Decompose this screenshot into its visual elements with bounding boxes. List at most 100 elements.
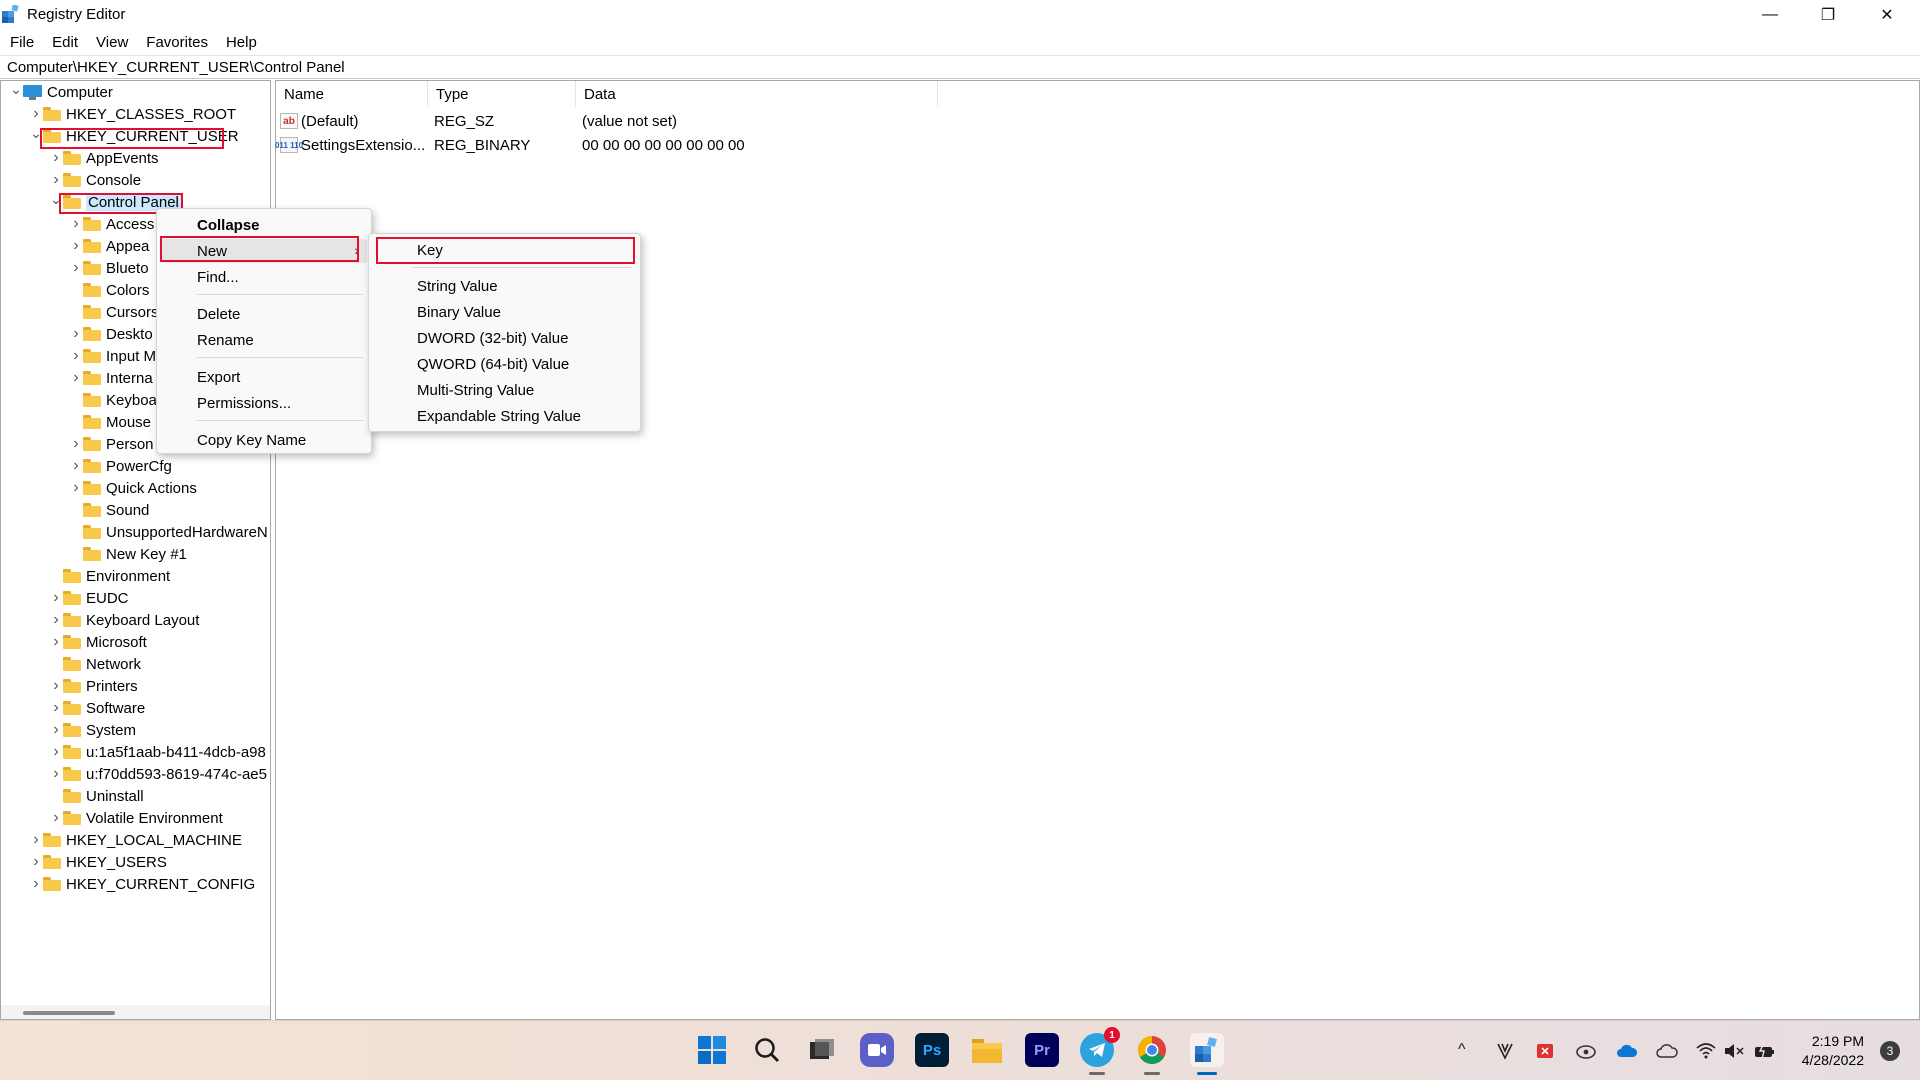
close-button[interactable]: ✕ (1858, 0, 1916, 30)
tree-item[interactable]: › Appea (69, 235, 149, 257)
tree-item[interactable]: › Interna (69, 367, 152, 389)
chevron-right-icon[interactable]: › (69, 433, 83, 455)
chevron-right-icon[interactable]: › (49, 763, 63, 785)
chevron-right-icon[interactable]: › (49, 631, 63, 653)
maximize-button[interactable]: ❐ (1799, 0, 1857, 30)
volume-muted-icon[interactable] (1724, 1043, 1744, 1059)
red-app-tray-icon[interactable] (1536, 1042, 1554, 1060)
chevron-right-icon[interactable]: › (69, 455, 83, 477)
tree-item[interactable]: › HKEY_USERS (29, 851, 167, 873)
tree-item[interactable]: ⌄ Computer (9, 81, 113, 103)
chevron-right-icon[interactable]: › (29, 851, 43, 873)
wifi-icon[interactable] (1696, 1043, 1716, 1059)
telegram-button[interactable]: 1 (1080, 1027, 1120, 1075)
chevron-right-icon[interactable]: › (49, 807, 63, 829)
premiere-button[interactable]: Pr (1025, 1033, 1059, 1067)
tree-item[interactable]: › Deskto (69, 323, 152, 345)
values-list[interactable]: Name Type Data ab (Default) REG_SZ (value… (275, 80, 1920, 1020)
chevron-right-icon[interactable]: › (69, 477, 83, 499)
menu-item-export[interactable]: Export (161, 365, 367, 389)
tree-item[interactable]: UnsupportedHardwareN (69, 521, 268, 543)
address-bar[interactable]: Computer\HKEY_CURRENT_USER\Control Panel (0, 55, 1920, 79)
chevron-down-icon[interactable]: ⌄ (29, 122, 43, 144)
menu-help[interactable]: Help (226, 34, 257, 51)
tree-item[interactable]: › u:1a5f1aab-b411-4dcb-a98 (49, 741, 266, 763)
value-row-settingsextension[interactable]: 011 110 SettingsExtensio... REG_BINARY 00… (275, 133, 980, 157)
onedrive-cloud-icon[interactable] (1656, 1043, 1678, 1059)
tree-item[interactable]: › Person (69, 433, 153, 455)
tree-item[interactable]: › Access (69, 213, 154, 235)
photoshop-button[interactable]: Ps (915, 1033, 949, 1067)
tree-item[interactable]: › Printers (49, 675, 137, 697)
tree-item[interactable]: › Blueto (69, 257, 148, 279)
vpn-app-icon[interactable] (1496, 1042, 1514, 1060)
chevron-right-icon[interactable]: › (69, 323, 83, 345)
chevron-right-icon[interactable]: › (29, 829, 43, 851)
submenu-item-binary-value[interactable]: Binary Value (373, 300, 636, 324)
menu-item-permissions[interactable]: Permissions... (161, 391, 367, 415)
tree-item[interactable]: › Microsoft (49, 631, 147, 653)
chevron-right-icon[interactable]: › (49, 587, 63, 609)
column-data-header[interactable]: Data (576, 81, 938, 107)
notification-count-badge[interactable]: 3 (1880, 1041, 1900, 1061)
tree-item[interactable]: › EUDC (49, 587, 128, 609)
tree-item[interactable]: Environment (49, 565, 170, 587)
battery-charging-icon[interactable] (1754, 1043, 1776, 1059)
chevron-right-icon[interactable]: › (69, 367, 83, 389)
tree-item[interactable]: Sound (69, 499, 149, 521)
tree-item[interactable]: › AppEvents (49, 147, 158, 169)
menu-file[interactable]: File (10, 34, 34, 51)
tree-item[interactable]: › u:f70dd593-8619-474c-ae5 (49, 763, 267, 785)
submenu-item-string-value[interactable]: String Value (373, 274, 636, 298)
menu-item-rename[interactable]: Rename (161, 328, 367, 352)
tree-item[interactable]: Colors (69, 279, 149, 301)
chevron-right-icon[interactable]: › (49, 609, 63, 631)
teams-chat-button[interactable] (860, 1033, 894, 1067)
chrome-button[interactable] (1135, 1033, 1169, 1075)
chevron-right-icon[interactable]: › (49, 697, 63, 719)
tree-item[interactable]: Keyboa (69, 389, 157, 411)
file-explorer-button[interactable] (970, 1033, 1004, 1067)
submenu-item-expandable-string-value[interactable]: Expandable String Value (373, 404, 636, 428)
chevron-right-icon[interactable]: › (49, 741, 63, 763)
chevron-right-icon[interactable]: › (49, 719, 63, 741)
chevron-right-icon[interactable]: › (69, 235, 83, 257)
task-view-button[interactable] (805, 1033, 839, 1067)
chevron-right-icon[interactable]: › (49, 675, 63, 697)
tree-horizontal-scrollbar[interactable] (1, 1005, 270, 1019)
tree-item[interactable]: Mouse (69, 411, 151, 433)
submenu-item-multi-string-value[interactable]: Multi-String Value (373, 378, 636, 402)
tree-item[interactable]: ⌄ HKEY_CURRENT_USER (29, 122, 238, 147)
chevron-right-icon[interactable]: › (69, 345, 83, 367)
chevron-right-icon[interactable]: › (29, 873, 43, 895)
column-type-header[interactable]: Type (428, 81, 576, 107)
menu-favorites[interactable]: Favorites (146, 34, 208, 51)
game-bar-tray-icon[interactable] (1576, 1042, 1596, 1060)
tree-item[interactable]: › HKEY_CLASSES_ROOT (29, 103, 236, 125)
tree-item[interactable]: › Keyboard Layout (49, 609, 199, 631)
tree-item[interactable]: › HKEY_CURRENT_CONFIG (29, 873, 255, 895)
onedrive-blue-icon[interactable] (1616, 1043, 1638, 1059)
menu-item-copy-key-name[interactable]: Copy Key Name (161, 428, 367, 452)
scrollbar-thumb[interactable] (23, 1011, 115, 1015)
submenu-item-dword-value[interactable]: DWORD (32-bit) Value (373, 326, 636, 350)
menu-view[interactable]: View (96, 34, 128, 51)
tree-item[interactable]: Uninstall (49, 785, 144, 807)
tree-item[interactable]: › HKEY_LOCAL_MACHINE (29, 829, 242, 851)
tree-item[interactable]: New Key #1 (69, 543, 187, 565)
menu-item-delete[interactable]: Delete (161, 302, 367, 326)
menu-edit[interactable]: Edit (52, 34, 78, 51)
system-clock[interactable]: 2:19 PM 4/28/2022 (1802, 1032, 1864, 1070)
registry-editor-taskbar-button[interactable] (1190, 1033, 1224, 1075)
chevron-down-icon[interactable]: ⌄ (9, 81, 23, 100)
chevron-right-icon[interactable]: › (49, 147, 63, 169)
tree-item[interactable]: › Quick Actions (69, 477, 197, 499)
address-path[interactable]: Computer\HKEY_CURRENT_USER\Control Panel (7, 59, 345, 76)
tree-item[interactable]: Network (49, 653, 141, 675)
tree-item[interactable]: › Volatile Environment (49, 807, 222, 829)
submenu-item-qword-value[interactable]: QWORD (64-bit) Value (373, 352, 636, 376)
value-row-default[interactable]: ab (Default) REG_SZ (value not set) (280, 109, 980, 133)
tree-item[interactable]: › Input M (69, 345, 156, 367)
menu-item-find[interactable]: Find... (161, 265, 367, 289)
chevron-down-icon[interactable]: ⌄ (49, 188, 63, 210)
